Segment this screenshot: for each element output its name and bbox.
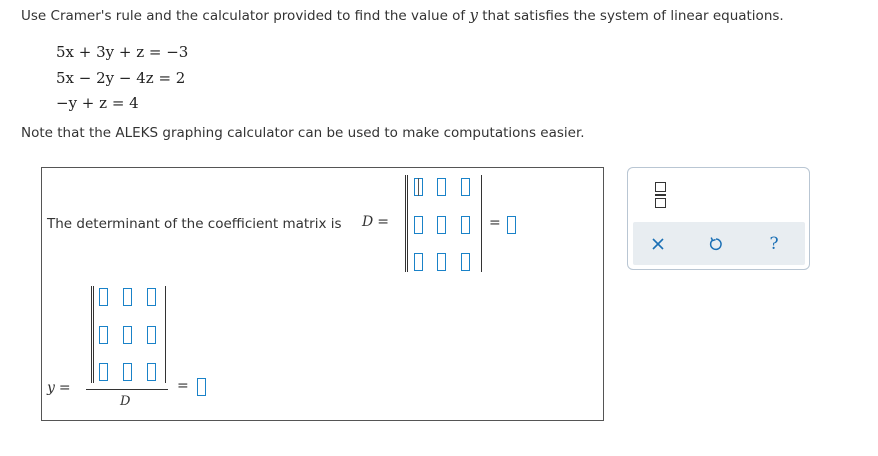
determinant-cell-3-2[interactable]	[437, 253, 446, 271]
help-button[interactable]: ?	[762, 232, 786, 256]
y-matrix-cell-1-3[interactable]	[147, 288, 156, 306]
y-matrix-cell-1-1[interactable]	[99, 288, 108, 306]
y-symbol: y =	[47, 380, 71, 396]
determinant-cell-3-1[interactable]	[414, 253, 423, 271]
y-matrix-cell-3-3[interactable]	[147, 363, 156, 381]
determinant-cell-2-3[interactable]	[461, 216, 470, 234]
determinant-left-bar-inner	[407, 175, 408, 272]
calculator-note: Note that the ALEKS graphing calculator …	[21, 125, 585, 141]
fraction-icon[interactable]	[655, 182, 666, 210]
y-matrix-cell-2-3[interactable]	[147, 326, 156, 344]
equation-3: −y + z = 4	[56, 94, 139, 112]
instruction-before: Use Cramer's rule and the calculator pro…	[21, 8, 466, 24]
determinant-cell-2-2[interactable]	[437, 216, 446, 234]
y-matrix-left-bar-inner	[93, 286, 94, 383]
determinant-cell-2-1[interactable]	[414, 216, 423, 234]
undo-icon	[709, 237, 722, 251]
y-result-equals: =	[177, 378, 189, 394]
instruction-variable: y	[469, 6, 478, 24]
clear-icon	[652, 238, 664, 250]
instruction-text: Use Cramer's rule and the calculator pro…	[21, 6, 784, 24]
fraction-denominator-box	[655, 198, 666, 208]
determinant-variable: D	[362, 214, 374, 230]
determinant-result-equals: =	[489, 215, 501, 231]
y-value-input[interactable]	[197, 378, 206, 396]
determinant-label: The determinant of the coefficient matri…	[47, 216, 342, 232]
y-matrix-cell-3-2[interactable]	[123, 363, 132, 381]
determinant-cell-3-3[interactable]	[461, 253, 470, 271]
equation-system: 5x + 3y + z = −3 5x − 2y − 4z = 2 −y + z…	[56, 40, 188, 117]
fraction-bar	[86, 389, 168, 390]
instruction-after: that satisfies the system of linear equa…	[482, 8, 784, 24]
y-matrix-cell-2-2[interactable]	[123, 326, 132, 344]
fraction-numerator-box	[655, 182, 666, 192]
determinant-symbol: D =	[362, 214, 389, 230]
determinant-right-bar	[481, 175, 482, 272]
determinant-left-bar	[405, 175, 406, 272]
clear-button[interactable]	[646, 232, 670, 256]
equation-1: 5x + 3y + z = −3	[56, 43, 189, 61]
y-matrix-left-bar	[91, 286, 92, 383]
determinant-equals: =	[377, 214, 389, 230]
equation-2: 5x − 2y − 4z = 2	[56, 68, 186, 87]
determinant-cell-1-2[interactable]	[437, 178, 446, 196]
y-matrix-right-bar	[165, 286, 166, 383]
fraction-bar-icon	[655, 194, 666, 196]
help-icon: ?	[769, 234, 779, 254]
determinant-value-input[interactable]	[507, 216, 516, 234]
y-matrix-cell-3-1[interactable]	[99, 363, 108, 381]
determinant-cell-1-3[interactable]	[461, 178, 470, 196]
y-variable: y	[47, 380, 55, 396]
undo-button[interactable]	[704, 232, 728, 256]
y-matrix-cell-2-1[interactable]	[99, 326, 108, 344]
y-matrix-cell-1-2[interactable]	[123, 288, 132, 306]
y-denominator: D	[120, 394, 131, 409]
y-equals: =	[58, 380, 71, 396]
determinant-cell-1-1[interactable]	[414, 178, 423, 196]
